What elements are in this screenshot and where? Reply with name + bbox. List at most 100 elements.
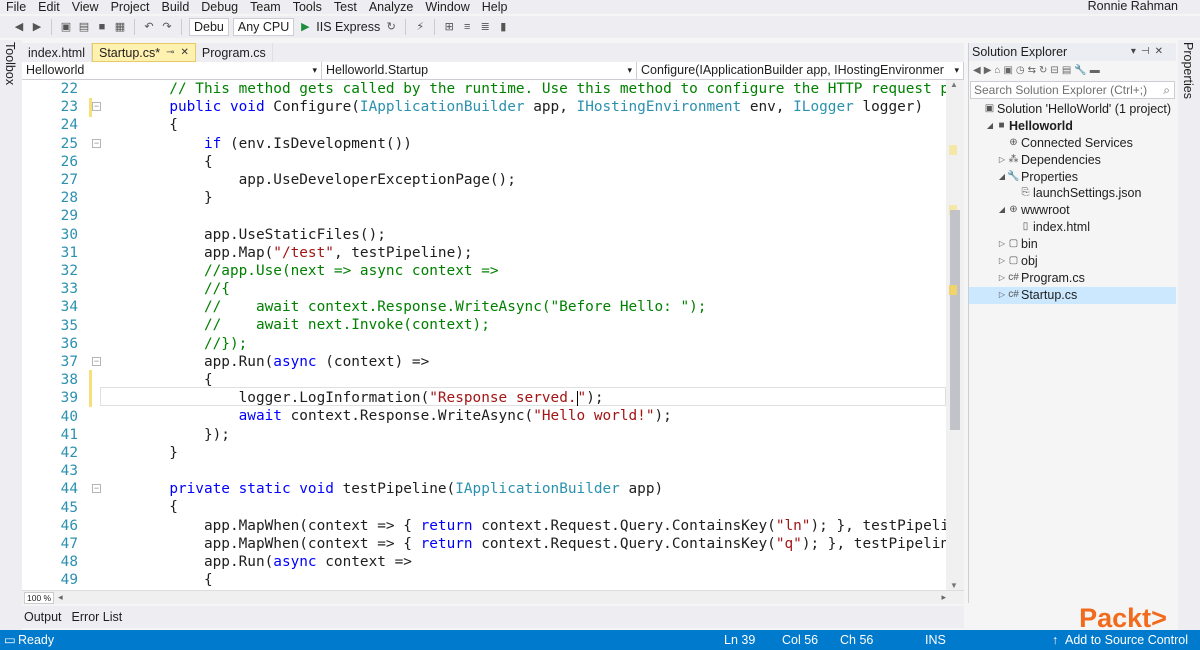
tree-item[interactable]: ◢ 🔧 Properties <box>969 169 1176 186</box>
tab-error-list[interactable]: Error List <box>72 610 123 624</box>
scroll-up-icon[interactable]: ▲ <box>950 80 958 89</box>
preview-icon[interactable]: ▬ <box>1090 65 1100 76</box>
code-line[interactable]: //{ <box>100 280 946 298</box>
code-line[interactable]: app.MapWhen(context => { return context.… <box>100 517 964 535</box>
code-line[interactable] <box>100 207 946 225</box>
home-icon[interactable]: ⌂ <box>994 65 1000 76</box>
toggle-bookmark-icon[interactable]: ⊞ <box>442 20 456 34</box>
refresh-icon[interactable]: ↻ <box>384 20 398 34</box>
tree-item[interactable]: ▷ ⁂ Dependencies <box>969 152 1176 169</box>
history-icon[interactable]: ◷ <box>1016 65 1025 76</box>
code-line[interactable]: app.UseStaticFiles(); <box>100 226 946 244</box>
new-project-icon[interactable]: ▣ <box>59 20 73 34</box>
run-icon[interactable]: ▶ <box>298 20 312 34</box>
browser-link-icon[interactable]: ⚡ <box>413 20 427 34</box>
menu-item-window[interactable]: Window <box>419 0 475 14</box>
collapse-all-icon[interactable]: ⊟ <box>1050 65 1058 76</box>
code-line[interactable]: app.Run(async (context) => <box>100 353 946 371</box>
user-name[interactable]: Ronnie Rahman <box>1088 0 1178 13</box>
navigate-back-icon[interactable]: ◀ <box>12 20 26 34</box>
menu-item-file[interactable]: File <box>0 0 32 14</box>
vertical-scrollbar[interactable]: ▲ ▼ <box>946 80 964 590</box>
tree-item[interactable]: ▷ c# Program.cs <box>969 270 1176 287</box>
save-icon[interactable]: ■ <box>95 20 109 34</box>
code-line[interactable]: // This method gets called by the runtim… <box>100 80 964 98</box>
tree-item[interactable]: ⎘ launchSettings.json <box>969 185 1176 202</box>
code-line[interactable]: //app.Use(next => async context => <box>100 262 946 280</box>
expand-arrow-icon[interactable]: ▷ <box>997 287 1007 304</box>
tree-item[interactable]: ▯ index.html <box>969 219 1176 236</box>
undo-icon[interactable]: ↶ <box>142 20 156 34</box>
code-line[interactable] <box>100 462 946 480</box>
menu-item-project[interactable]: Project <box>105 0 156 14</box>
expand-arrow-icon[interactable]: ◢ <box>997 202 1007 219</box>
menu-item-debug[interactable]: Debug <box>195 0 244 14</box>
project-dropdown[interactable]: Helloworld ▾ <box>22 62 322 80</box>
upload-icon[interactable]: ↑ <box>1052 630 1058 650</box>
forward-icon[interactable]: ▶ <box>984 65 992 76</box>
refresh-icon[interactable]: ↻ <box>1039 65 1047 76</box>
tree-item[interactable]: ▷ ▢ obj <box>969 253 1176 270</box>
menu-item-tools[interactable]: Tools <box>287 0 328 14</box>
code-line[interactable]: app.Map("/test", testPipeline); <box>100 244 946 262</box>
switch-views-icon[interactable]: ▣ <box>1003 65 1012 76</box>
expand-arrow-icon[interactable]: ▷ <box>997 236 1007 253</box>
properties-icon[interactable]: 🔧 <box>1074 65 1086 76</box>
expand-arrow-icon[interactable]: ▷ <box>997 270 1007 287</box>
save-all-icon[interactable]: ▦ <box>113 20 127 34</box>
tree-item[interactable]: ⊕ Connected Services <box>969 135 1176 152</box>
back-icon[interactable]: ◀ <box>973 65 981 76</box>
menu-item-team[interactable]: Team <box>244 0 287 14</box>
tab-output[interactable]: Output <box>24 610 62 624</box>
code-line[interactable]: { <box>100 116 946 134</box>
solution-platform-select[interactable]: Any CPU <box>232 18 295 36</box>
code-line[interactable]: private static void testPipeline(IApplic… <box>100 480 946 498</box>
tree-item[interactable]: ▣ Solution 'HelloWorld' (1 project) <box>969 101 1176 118</box>
tab-document[interactable]: Program.cs <box>196 43 273 62</box>
search-icon[interactable]: ⌕ <box>1163 82 1170 98</box>
pin-icon[interactable]: ⊣ <box>1141 46 1155 57</box>
expand-arrow-icon[interactable]: ◢ <box>985 118 995 135</box>
tab-document[interactable]: Startup.cs* ⊸ ✕ <box>91 43 196 62</box>
menu-item-help[interactable]: Help <box>476 0 514 14</box>
code-line[interactable]: await context.Response.WriteAsync("Hello… <box>100 407 946 425</box>
code-line[interactable]: } <box>100 444 946 462</box>
toolbox-strip[interactable]: Toolbox <box>0 40 22 630</box>
close-icon[interactable]: ✕ <box>1155 46 1168 57</box>
solution-explorer-search-input[interactable]: Search Solution Explorer (Ctrl+;) ⌕ <box>970 81 1175 99</box>
code-line[interactable]: app.UseDeveloperExceptionPage(); <box>100 171 946 189</box>
show-all-files-icon[interactable]: ▤ <box>1062 65 1071 76</box>
code-line[interactable]: { <box>100 371 946 389</box>
expand-arrow-icon[interactable]: ▷ <box>997 253 1007 270</box>
chevron-right-icon[interactable]: ▸ <box>941 592 946 603</box>
tree-item[interactable]: ▷ ▢ bin <box>969 236 1176 253</box>
tree-item[interactable]: ◢ ■ Helloworld <box>969 118 1176 135</box>
pin-icon[interactable]: ⊸ <box>166 44 174 62</box>
properties-label[interactable]: Properties <box>1181 42 1195 99</box>
menu-item-analyze[interactable]: Analyze <box>363 0 419 14</box>
tree-item[interactable]: ▷ c# Startup.cs <box>969 286 1176 304</box>
properties-strip[interactable]: Properties <box>1178 40 1200 630</box>
code-line[interactable]: { <box>100 571 946 589</box>
menu-item-build[interactable]: Build <box>155 0 195 14</box>
close-icon[interactable]: ✕ <box>181 44 189 62</box>
menu-item-view[interactable]: View <box>66 0 105 14</box>
code-line[interactable]: { <box>100 498 946 516</box>
scrollbar-thumb[interactable] <box>950 210 960 430</box>
solution-configuration-select[interactable]: Debu <box>189 18 229 36</box>
tab-document[interactable]: index.html <box>22 43 92 62</box>
code-line[interactable]: } <box>100 189 946 207</box>
code-line[interactable]: // await next.Invoke(context); <box>100 316 946 334</box>
code-line[interactable]: app.Run(async context => <box>100 553 946 571</box>
code-line[interactable]: logger.LogInformation("Response served."… <box>100 389 946 407</box>
code-line[interactable]: //}); <box>100 335 946 353</box>
code-line[interactable]: public void Configure(IApplicationBuilde… <box>100 98 946 116</box>
type-dropdown[interactable]: Helloworld.Startup ▾ <box>322 62 637 80</box>
menu-item-test[interactable]: Test <box>328 0 363 14</box>
expand-arrow-icon[interactable]: ◢ <box>997 169 1007 186</box>
code-line[interactable]: app.MapWhen(context => { return context.… <box>100 535 964 553</box>
scroll-down-icon[interactable]: ▼ <box>950 581 958 590</box>
uncomment-icon[interactable]: ≣ <box>478 20 492 34</box>
navigate-forward-icon[interactable]: ▶ <box>30 20 44 34</box>
code-text[interactable]: // This method gets called by the runtim… <box>100 80 964 590</box>
